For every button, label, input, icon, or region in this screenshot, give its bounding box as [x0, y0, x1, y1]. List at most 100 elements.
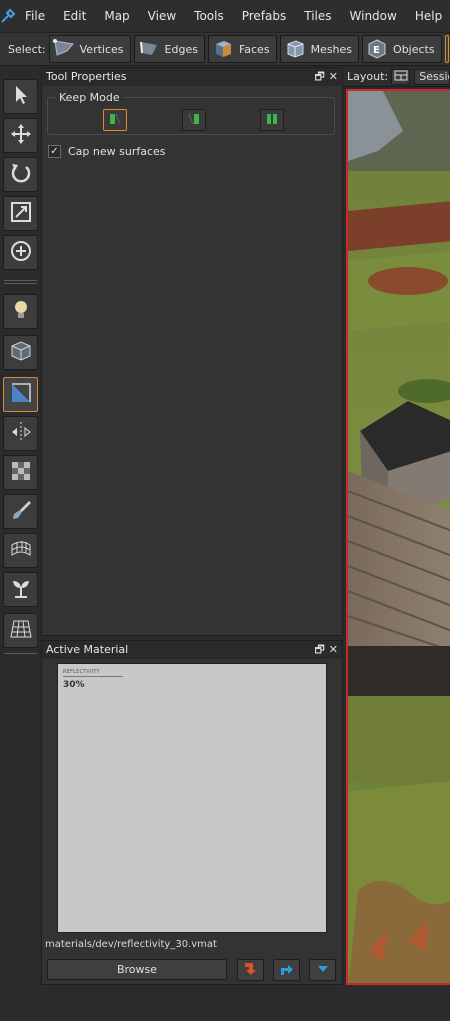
paint-icon — [9, 498, 33, 525]
viewport-scene — [348, 91, 450, 983]
browse-button[interactable]: Browse — [47, 959, 227, 980]
material-preview[interactable]: REFLECTIVITY 30% — [57, 663, 327, 933]
menu-prefabs[interactable]: Prefabs — [233, 0, 296, 32]
app-logo-icon[interactable] — [0, 0, 16, 32]
vertices-label: Vertices — [79, 42, 124, 56]
active-material-panel: Active Material 🗗 ✕ REFLECTIVITY 30% mat… — [41, 640, 343, 985]
select-objects-button[interactable]: E Objects — [362, 35, 442, 63]
tool-properties-panel: Tool Properties 🗗 ✕ Keep Mode ✓ Cap new … — [41, 67, 343, 636]
texture-icon — [9, 459, 33, 486]
session-button[interactable]: Sessio — [414, 68, 450, 85]
grid-tool-button[interactable] — [3, 613, 38, 648]
menu-edit[interactable]: Edit — [54, 0, 95, 32]
float-panel-icon[interactable]: 🗗 — [314, 68, 324, 86]
menu-map[interactable]: Map — [95, 0, 138, 32]
move-icon — [9, 122, 33, 149]
surface-tool-button[interactable] — [3, 533, 38, 568]
keep-back-icon — [187, 112, 201, 129]
material-menu-button[interactable] — [309, 959, 336, 981]
select-next-button[interactable] — [444, 35, 449, 63]
layout-label: Layout: — [347, 70, 389, 83]
active-material-header: Active Material 🗗 ✕ — [42, 641, 342, 659]
texture-tool-button[interactable] — [3, 455, 38, 490]
tool-properties-header: Tool Properties 🗗 ✕ — [42, 68, 342, 86]
menu-help[interactable]: Help — [406, 0, 450, 32]
apply-down-arrow-icon — [243, 961, 259, 980]
cap-surfaces-label: Cap new surfaces — [68, 145, 166, 158]
cap-surfaces-checkbox[interactable]: ✓ — [48, 145, 61, 158]
light-tool-button[interactable] — [3, 294, 38, 329]
faces-icon — [212, 38, 234, 60]
light-icon — [9, 298, 33, 325]
select-tool-button[interactable] — [3, 79, 38, 114]
keep-both-button[interactable] — [260, 109, 284, 131]
mirror-icon — [9, 420, 33, 447]
pick-arrow-icon — [279, 961, 295, 980]
material-preview-value: 30% — [63, 680, 85, 690]
foliage-icon — [9, 576, 33, 603]
keep-mode-group: Keep Mode — [47, 91, 335, 135]
menu-tiles[interactable]: Tiles — [295, 0, 340, 32]
rotate-icon — [9, 161, 33, 188]
menu-file[interactable]: File — [16, 0, 54, 32]
objects-label: Objects — [393, 42, 435, 56]
select-arrow-icon — [11, 84, 31, 109]
select-vertices-button[interactable]: Vertices — [48, 35, 131, 63]
left-toolbar — [0, 67, 41, 985]
svg-text:E: E — [373, 45, 380, 56]
meshes-label: Meshes — [310, 42, 353, 56]
meshes-icon — [284, 38, 306, 60]
menu-tools[interactable]: Tools — [185, 0, 233, 32]
foliage-tool-button[interactable] — [3, 572, 38, 607]
edges-icon — [138, 38, 160, 60]
layout-button[interactable] — [391, 68, 411, 85]
layout-icon — [394, 70, 408, 84]
viewport-header: Layout: Sessio — [343, 67, 450, 87]
float-panel-icon[interactable]: 🗗 — [314, 641, 324, 659]
active-material-title: Active Material — [46, 643, 129, 656]
keep-mode-label: Keep Mode — [56, 91, 123, 104]
material-preview-title: REFLECTIVITY — [63, 669, 123, 677]
select-label: Select: — [8, 42, 46, 56]
move-tool-button[interactable] — [3, 118, 38, 153]
mirror-tool-button[interactable] — [3, 416, 38, 451]
rotate-tool-button[interactable] — [3, 157, 38, 192]
vertices-icon — [52, 38, 75, 60]
faces-label: Faces — [238, 42, 270, 56]
select-meshes-button[interactable]: Meshes — [279, 35, 360, 63]
tool-properties-title: Tool Properties — [46, 70, 127, 83]
clipping-icon — [9, 381, 33, 408]
toolbar-separator — [4, 280, 37, 286]
surface-icon — [9, 537, 33, 564]
pivot-icon — [9, 239, 33, 266]
block-tool-button[interactable] — [3, 335, 38, 370]
menu-bar: File Edit Map View Tools Prefabs Tiles W… — [0, 0, 450, 32]
3d-viewport[interactable] — [346, 89, 450, 985]
objects-icon: E — [366, 38, 388, 60]
grid-icon — [9, 617, 33, 644]
scale-tool-button[interactable] — [3, 196, 38, 231]
keep-both-icon — [265, 112, 279, 129]
keep-front-button[interactable] — [103, 109, 127, 131]
edges-label: Edges — [164, 42, 198, 56]
close-panel-icon[interactable]: ✕ — [329, 68, 338, 86]
material-path: materials/dev/reflectivity_30.vmat — [45, 939, 217, 950]
select-toolbar: Select: Vertices Edges Faces Meshes E Ob… — [0, 32, 450, 66]
apply-material-button[interactable] — [237, 959, 264, 981]
close-panel-icon[interactable]: ✕ — [329, 641, 338, 659]
menu-view[interactable]: View — [139, 0, 185, 32]
keep-back-button[interactable] — [182, 109, 206, 131]
block-icon — [9, 339, 33, 366]
pivot-tool-button[interactable] — [3, 235, 38, 270]
paint-tool-button[interactable] — [3, 494, 38, 529]
select-faces-button[interactable]: Faces — [207, 35, 277, 63]
scale-icon — [9, 200, 33, 227]
cap-surfaces-row[interactable]: ✓ Cap new surfaces — [48, 145, 166, 158]
select-edges-button[interactable]: Edges — [133, 35, 205, 63]
menu-window[interactable]: Window — [341, 0, 406, 32]
keep-front-icon — [108, 112, 122, 129]
pick-material-button[interactable] — [273, 959, 300, 981]
chevron-down-icon — [316, 962, 330, 979]
clipping-tool-button[interactable] — [3, 377, 38, 412]
status-bar — [0, 986, 450, 1021]
